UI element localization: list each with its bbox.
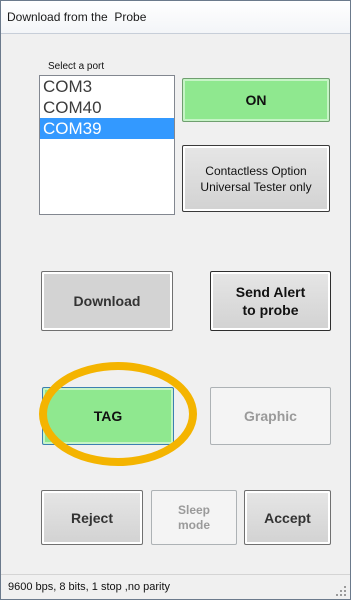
- tag-button[interactable]: TAG: [42, 387, 174, 445]
- on-button[interactable]: ON: [182, 78, 330, 122]
- resize-grip-icon[interactable]: [336, 586, 346, 596]
- send-alert-button[interactable]: Send Alert to probe: [210, 271, 331, 331]
- port-item-com39[interactable]: COM39: [40, 118, 174, 139]
- reject-button[interactable]: Reject: [41, 490, 143, 545]
- sleep-mode-button: Sleep mode: [151, 490, 237, 545]
- port-item-com3[interactable]: COM3: [40, 76, 174, 97]
- probe-download-window: Download from the Probe Select a port CO…: [0, 0, 351, 600]
- port-listbox[interactable]: COM3 COM40 COM39: [39, 75, 175, 215]
- contactless-option-button[interactable]: Contactless Option Universal Tester only: [182, 145, 330, 212]
- download-button[interactable]: Download: [41, 271, 173, 331]
- title-bar[interactable]: Download from the Probe: [1, 1, 350, 34]
- window-title: Download from the Probe: [7, 10, 147, 24]
- accept-button[interactable]: Accept: [244, 490, 331, 545]
- status-bar: 9600 bps, 8 bits, 1 stop ,no parity: [1, 574, 350, 599]
- graphic-button: Graphic: [210, 387, 331, 445]
- status-text: 9600 bps, 8 bits, 1 stop ,no parity: [8, 581, 171, 593]
- port-select-label: Select a port: [48, 61, 105, 72]
- port-item-com40[interactable]: COM40: [40, 97, 174, 118]
